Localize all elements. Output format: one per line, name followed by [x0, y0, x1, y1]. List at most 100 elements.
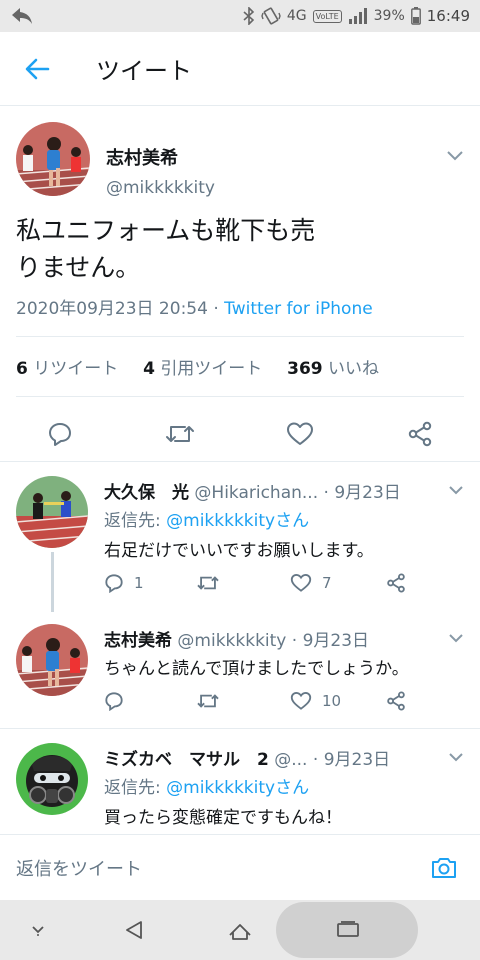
battery-percent: 39%	[373, 8, 405, 24]
tweet-text-line: りません。	[16, 253, 141, 282]
volte-badge: VoLTE	[312, 9, 342, 23]
reply-author-name[interactable]: 大久保 光	[104, 483, 189, 503]
triangle-back-icon	[126, 921, 142, 939]
retweet-button[interactable]	[196, 568, 220, 598]
reply-avatar[interactable]	[16, 624, 88, 696]
tweet-text-line: 私ユニフォームも靴下も売	[16, 216, 316, 245]
page-title: ツイート	[96, 57, 192, 85]
reply-button[interactable]	[104, 686, 124, 716]
thread-line	[51, 552, 54, 612]
divider	[16, 396, 464, 397]
nav-home-button[interactable]	[218, 900, 262, 960]
reply-header: 志村美希 @mikkkkkity · 9月23日	[104, 631, 370, 651]
tweet-timestamp: 2020年09月23日 20:54 ·	[16, 299, 225, 319]
chevron-down-icon	[449, 753, 463, 762]
share-icon	[408, 421, 432, 447]
quotes-stat[interactable]: 4 引用ツイート	[143, 359, 262, 379]
reply-author-handle[interactable]: @mikkkkkity	[177, 631, 286, 651]
tweet-actions	[0, 408, 480, 458]
back-button[interactable]	[0, 32, 74, 106]
reply-date: 9月23日	[323, 750, 391, 770]
reply-icon	[49, 423, 71, 446]
retweet-icon	[197, 576, 219, 590]
retweet-button[interactable]	[196, 686, 220, 716]
chevron-down-icon	[449, 634, 463, 643]
likes-stat[interactable]: 369 いいね	[287, 359, 379, 379]
camera-button[interactable]	[424, 848, 464, 888]
reply-tweet[interactable]: 大久保 光 @Hikarichan... · 9月23日 返信先: @mikkk…	[0, 462, 480, 612]
home-icon	[229, 924, 251, 940]
retweet-icon	[197, 694, 219, 708]
bluetooth-icon	[243, 7, 255, 25]
signal-icon	[348, 8, 368, 24]
reply-avatar[interactable]	[16, 476, 88, 548]
author-name[interactable]: 志村美希	[106, 144, 178, 170]
replying-to-mention[interactable]: @mikkkkkityさん	[166, 778, 309, 798]
reply-actions: 10	[100, 686, 440, 716]
reply-text: 買ったら変態確定ですもんね！	[104, 808, 342, 828]
back-arrow-icon	[25, 58, 50, 79]
clock: 16:49	[426, 7, 470, 25]
reply-compose-input[interactable]: 返信をツイート	[16, 855, 424, 881]
replying-to-mention[interactable]: @mikkkkkityさん	[166, 511, 309, 531]
heart-icon	[287, 422, 313, 445]
battery-icon	[410, 7, 421, 25]
reply-date: 9月23日	[302, 631, 370, 651]
heart-icon	[290, 691, 312, 710]
chevron-down-icon	[449, 486, 463, 495]
reply-button[interactable]: 1	[104, 568, 144, 598]
back-arrow-notification-icon	[10, 6, 34, 26]
hide-keyboard-button[interactable]	[18, 900, 58, 960]
reply-tweet[interactable]: ミズカベ マサル 2 @... · 9月23日 返信先: @mikkkkkity…	[0, 729, 480, 834]
tweet-meta: 2020年09月23日 20:54 · Twitter for iPhone	[16, 294, 373, 319]
reply-author-name[interactable]: 志村美希	[104, 631, 172, 651]
nav-back-button[interactable]	[112, 900, 156, 960]
author-handle[interactable]: @mikkkkkity	[106, 178, 215, 198]
reply-author-handle[interactable]: @Hikarichan...	[194, 483, 318, 503]
share-button[interactable]	[386, 686, 406, 716]
like-button[interactable]	[280, 414, 320, 454]
reply-button[interactable]	[40, 414, 80, 454]
app-bar: ツイート	[0, 32, 480, 106]
reply-text: ちゃんと読んで頂けましたでしょうか。	[104, 659, 409, 679]
tweet-text: 私ユニフォームも靴下も売 りません。	[16, 212, 396, 286]
share-icon	[387, 691, 405, 711]
reply-avatar[interactable]	[16, 743, 88, 815]
reply-menu-button[interactable]	[448, 628, 464, 647]
tweet-source[interactable]: Twitter for iPhone	[224, 299, 373, 319]
reply-actions: 1 7	[100, 568, 440, 598]
retweet-icon	[166, 426, 194, 442]
share-button[interactable]	[386, 568, 406, 598]
author-avatar[interactable]	[16, 122, 90, 196]
like-count: 10	[322, 692, 342, 710]
camera-icon	[432, 857, 456, 878]
reply-tweet[interactable]: 志村美希 @mikkkkkity · 9月23日 ちゃんと読んで頂けましたでしょ…	[0, 606, 480, 728]
reply-text: 右足だけでいいですお願いします。	[104, 541, 374, 561]
reply-compose-bar: 返信をツイート	[0, 834, 480, 900]
network-type: 4G	[286, 8, 307, 24]
reply-icon	[105, 574, 123, 593]
reply-author-name[interactable]: ミズカベ マサル 2	[104, 750, 269, 770]
like-count: 7	[322, 574, 332, 592]
like-button[interactable]: 10	[290, 686, 341, 716]
nav-recents-button[interactable]	[326, 900, 370, 960]
reply-menu-button[interactable]	[448, 480, 464, 499]
chevron-down-icon	[32, 926, 44, 936]
vibrate-icon	[261, 7, 281, 25]
tweet-menu-button[interactable]	[446, 146, 464, 165]
retweets-stat[interactable]: 6 リツイート	[16, 359, 118, 379]
reply-menu-button[interactable]	[448, 747, 464, 766]
reply-header: 大久保 光 @Hikarichan... · 9月23日	[104, 483, 401, 503]
share-icon	[387, 573, 405, 593]
tweet-stats: 6 リツイート 4 引用ツイート 369 いいね	[16, 354, 379, 379]
share-button[interactable]	[400, 414, 440, 454]
like-button[interactable]: 7	[290, 568, 332, 598]
system-nav-bar	[0, 900, 480, 960]
retweet-button[interactable]	[160, 414, 200, 454]
recents-icon	[337, 921, 359, 937]
replying-to: 返信先: @mikkkkkityさん	[104, 511, 310, 531]
status-bar: 4G VoLTE 39% 16:49	[0, 0, 480, 32]
reply-author-handle[interactable]: @...	[274, 750, 307, 770]
reply-header: ミズカベ マサル 2 @... · 9月23日	[104, 750, 391, 770]
chevron-down-icon	[447, 151, 463, 161]
